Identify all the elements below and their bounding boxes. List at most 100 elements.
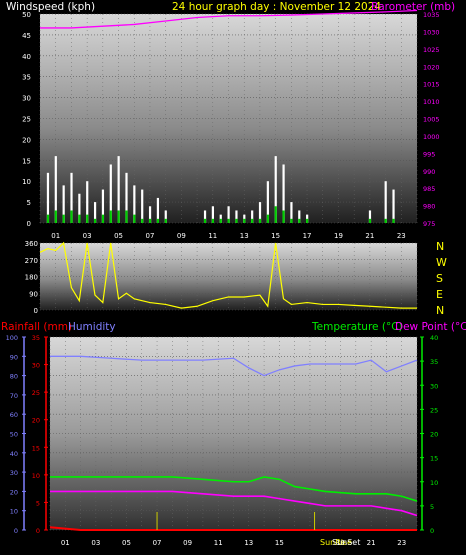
windspeed-tick-label: 20 bbox=[22, 136, 31, 144]
windgust-bar bbox=[62, 214, 65, 223]
barometer-tick-label: 1025 bbox=[423, 46, 440, 54]
windgust-bar bbox=[306, 218, 309, 223]
temperature-tick-label: 10 bbox=[430, 479, 438, 487]
barometer-tick-label: 1030 bbox=[423, 28, 440, 36]
windgust-bar bbox=[133, 214, 136, 223]
windgust-bar bbox=[274, 206, 277, 223]
windgust-bar bbox=[46, 214, 50, 223]
windgust-bar bbox=[117, 210, 120, 223]
wind-time-label: 07 bbox=[145, 232, 154, 240]
windgust-bar bbox=[243, 218, 246, 223]
windspeed-bar bbox=[392, 189, 395, 223]
windspeed-tick-label: 0 bbox=[27, 220, 31, 228]
humidity-tick-label: 10 bbox=[10, 508, 18, 516]
windgust-bar bbox=[148, 218, 152, 223]
wind-time-label: 15 bbox=[271, 232, 280, 240]
humidity-tick-label: 100 bbox=[6, 334, 18, 342]
temp-time-label: 13 bbox=[244, 539, 253, 547]
wind-time-label: 03 bbox=[83, 232, 92, 240]
humidity-tick-label: 80 bbox=[10, 373, 18, 381]
windgust-bar bbox=[125, 210, 128, 223]
wind-time-label: 11 bbox=[208, 232, 217, 240]
temperature-tick-label: 40 bbox=[430, 334, 438, 342]
wind-time-label: 05 bbox=[114, 232, 123, 240]
temperature-tick-label: 25 bbox=[430, 406, 438, 414]
wind-time-label: 13 bbox=[240, 232, 249, 240]
humidity-tick-label: 60 bbox=[10, 411, 18, 419]
rainfall-tick-label: 10 bbox=[32, 472, 40, 480]
wind-time-label: 19 bbox=[334, 232, 343, 240]
barometer-tick-label: 1020 bbox=[423, 63, 440, 71]
barometer-tick-label: 1010 bbox=[423, 98, 440, 106]
humidity-tick-label: 90 bbox=[10, 353, 18, 361]
windgust-bar bbox=[298, 218, 301, 223]
wind-time-label: 17 bbox=[303, 232, 312, 240]
direction-tick-label: 270 bbox=[25, 257, 38, 265]
temp-time-label: 05 bbox=[122, 539, 131, 547]
barometer-tick-label: 985 bbox=[423, 185, 435, 193]
windgust-bar bbox=[227, 218, 230, 223]
temp-time-label: 15 bbox=[275, 539, 284, 547]
windgust-bar bbox=[93, 218, 97, 223]
barometer-tick-label: 990 bbox=[423, 168, 435, 176]
windgust-bar bbox=[266, 214, 269, 223]
windgust-bar bbox=[54, 210, 57, 223]
direction-tick-label: 90 bbox=[29, 290, 38, 298]
direction-tick-label: 180 bbox=[25, 274, 38, 282]
temp-time-label: 03 bbox=[91, 539, 100, 547]
temp-time-label: 01 bbox=[61, 539, 70, 547]
temperature-tick-label: 0 bbox=[430, 527, 434, 535]
windgust-bar bbox=[86, 214, 89, 223]
windgust-bar bbox=[251, 218, 254, 223]
temperature-tick-label: 5 bbox=[430, 503, 434, 511]
compass-n-top: N bbox=[436, 240, 444, 253]
humidity-tick-label: 70 bbox=[10, 392, 18, 400]
temp-time-label: 23 bbox=[397, 539, 406, 547]
temp-time-label: 07 bbox=[153, 539, 162, 547]
chart-title: 24 hour graph day : November 12 2024 bbox=[172, 1, 381, 13]
dewpoint-axis-label: Dew Point (°C) bbox=[395, 321, 466, 333]
compass-e: E bbox=[436, 288, 443, 301]
windgust-bar bbox=[109, 210, 112, 223]
direction-tick-label: 360 bbox=[25, 240, 38, 248]
barometer-tick-label: 1000 bbox=[423, 133, 440, 141]
windspeed-tick-label: 25 bbox=[22, 116, 31, 124]
windgust-bar bbox=[258, 218, 262, 223]
barometer-tick-label: 1015 bbox=[423, 81, 440, 89]
rainfall-tick-label: 35 bbox=[32, 334, 40, 342]
temperature-tick-label: 20 bbox=[430, 431, 438, 439]
temp-time-label: 09 bbox=[183, 539, 192, 547]
windspeed-tick-label: 10 bbox=[22, 178, 31, 186]
compass-n-bottom: N bbox=[436, 304, 444, 317]
windgust-bar bbox=[368, 218, 372, 223]
barometer-tick-label: 980 bbox=[423, 203, 435, 211]
windgust-bar bbox=[101, 214, 105, 223]
humidity-tick-label: 50 bbox=[10, 431, 18, 439]
windgust-bar bbox=[290, 218, 293, 223]
temperature-axis-label: Temperature (°C) bbox=[311, 321, 403, 333]
windgust-bar bbox=[141, 218, 144, 223]
windgust-bar bbox=[70, 210, 73, 223]
windspeed-bar bbox=[141, 189, 144, 223]
windgust-bar bbox=[282, 210, 285, 223]
windgust-bar bbox=[78, 214, 81, 223]
windgust-bar bbox=[203, 218, 207, 223]
temperature-tick-label: 35 bbox=[430, 358, 438, 366]
temperature-tick-label: 15 bbox=[430, 455, 438, 463]
humidity-tick-label: 0 bbox=[14, 527, 18, 535]
windspeed-tick-label: 15 bbox=[22, 157, 31, 165]
humidity-tick-label: 20 bbox=[10, 488, 18, 496]
compass-w: W bbox=[436, 256, 447, 269]
windgust-bar bbox=[156, 218, 160, 223]
rainfall-tick-label: 20 bbox=[32, 417, 40, 425]
temperature-tick-label: 30 bbox=[430, 382, 438, 390]
rainfall-tick-label: 15 bbox=[32, 444, 40, 452]
windspeed-tick-label: 45 bbox=[22, 32, 31, 40]
windspeed-bar bbox=[384, 181, 387, 223]
windspeed-tick-label: 40 bbox=[22, 53, 31, 61]
barometer-tick-label: 995 bbox=[423, 150, 435, 158]
windgust-bar bbox=[164, 218, 167, 223]
humidity-tick-label: 40 bbox=[10, 450, 18, 458]
rainfall-tick-label: 0 bbox=[36, 527, 40, 535]
weather-graph-canvas: Windspeed (kph) 24 hour graph day : Nove… bbox=[1, 1, 466, 547]
